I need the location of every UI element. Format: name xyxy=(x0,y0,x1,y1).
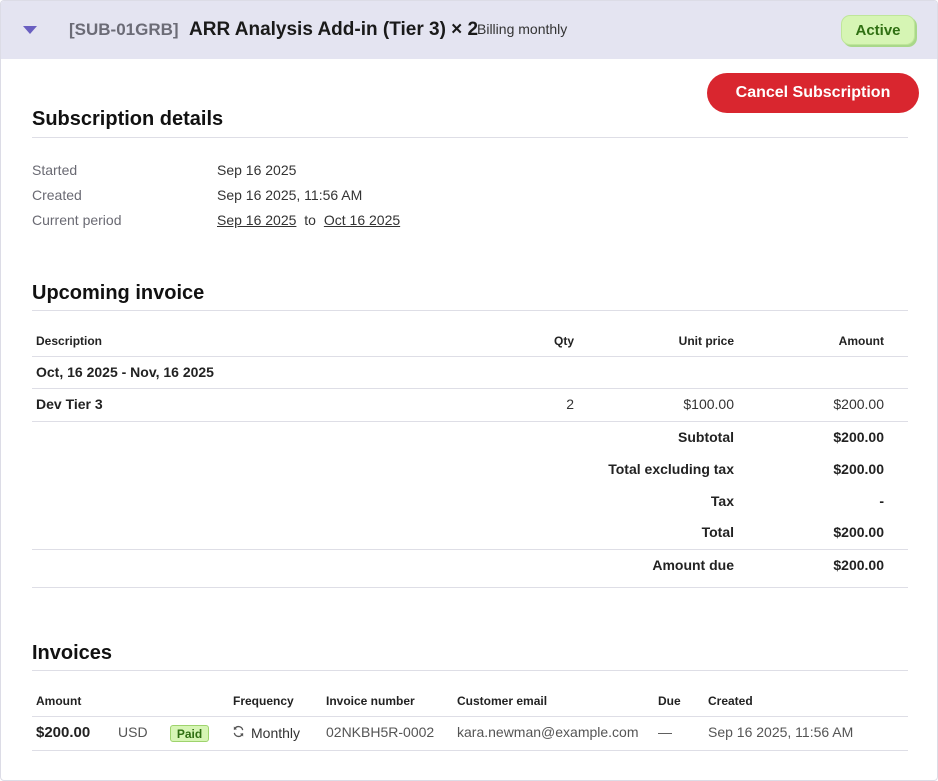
tax-value: - xyxy=(879,493,884,509)
col-amount: Amount xyxy=(36,694,82,708)
period-end-link[interactable]: Oct 16 2025 xyxy=(324,212,400,228)
tax-label: Tax xyxy=(710,493,734,509)
total-value: $200.00 xyxy=(833,524,884,540)
col-qty: Qty xyxy=(553,334,574,348)
col-unit-price: Unit price xyxy=(678,334,734,348)
col-amount: Amount xyxy=(838,334,884,348)
caret-down-icon[interactable] xyxy=(21,23,39,37)
created-value: Sep 16 2025, 11:56 AM xyxy=(217,187,363,203)
col-due: Due xyxy=(658,694,681,708)
paid-status-badge: Paid xyxy=(170,725,209,742)
invoice-created: Sep 16 2025, 11:56 AM xyxy=(708,724,854,740)
divider xyxy=(32,356,908,357)
divider xyxy=(32,587,908,588)
col-description: Description xyxy=(36,334,103,348)
subscription-id: [SUB-01GRB] xyxy=(69,20,179,39)
divider xyxy=(32,388,908,389)
col-invoice-number: Invoice number xyxy=(326,694,415,708)
invoices-title: Invoices xyxy=(32,642,113,664)
total-label: Total xyxy=(701,524,734,540)
subscription-details-title: Subscription details xyxy=(32,108,224,130)
line-amount: $200.00 xyxy=(833,396,884,412)
amount-due-label: Amount due xyxy=(652,557,734,573)
divider xyxy=(32,716,908,717)
period-start-link[interactable]: Sep 16 2025 xyxy=(217,212,296,228)
total-excl-tax-label: Total excluding tax xyxy=(608,461,734,477)
created-label: Created xyxy=(32,187,82,203)
period-to-text: to xyxy=(304,212,316,228)
divider xyxy=(32,750,908,751)
billing-frequency: Billing monthly xyxy=(477,21,568,37)
invoice-number[interactable]: 02NKBH5R-0002 xyxy=(326,724,434,740)
divider xyxy=(32,421,908,422)
subscription-header[interactable]: [SUB-01GRB] ARR Analysis Add-in (Tier 3)… xyxy=(1,1,937,59)
status-badge: Active xyxy=(841,15,915,45)
divider xyxy=(32,310,908,311)
refresh-icon xyxy=(233,725,244,738)
current-period-value: Sep 16 2025 to Oct 16 2025 xyxy=(217,212,400,228)
invoice-currency: USD xyxy=(118,724,148,740)
invoice-amount: $200.00 xyxy=(36,724,91,741)
total-excl-tax-value: $200.00 xyxy=(833,461,884,477)
col-frequency: Frequency xyxy=(233,694,294,708)
upcoming-invoice-title: Upcoming invoice xyxy=(32,282,205,304)
divider xyxy=(32,137,908,138)
line-unit-price: $100.00 xyxy=(683,396,734,412)
customer-email: kara.newman@example.com xyxy=(457,724,639,740)
subscription-panel: [SUB-01GRB] ARR Analysis Add-in (Tier 3)… xyxy=(0,0,938,781)
line-description: Dev Tier 3 xyxy=(36,396,103,412)
invoice-period: Oct, 16 2025 - Nov, 16 2025 xyxy=(36,364,214,380)
divider xyxy=(32,670,908,671)
invoice-due: — xyxy=(658,724,672,740)
line-qty: 2 xyxy=(566,396,574,412)
subtotal-label: Subtotal xyxy=(678,429,734,445)
cancel-subscription-button[interactable]: Cancel Subscription xyxy=(707,73,919,113)
amount-due-value: $200.00 xyxy=(833,557,884,573)
subscription-title: ARR Analysis Add-in (Tier 3) × 2 xyxy=(189,19,479,40)
current-period-label: Current period xyxy=(32,212,122,228)
col-customer-email: Customer email xyxy=(457,694,548,708)
invoice-frequency: Monthly xyxy=(251,725,301,741)
subtotal-value: $200.00 xyxy=(833,429,884,445)
col-created: Created xyxy=(708,694,753,708)
started-value: Sep 16 2025 xyxy=(217,162,297,178)
started-label: Started xyxy=(32,162,78,178)
divider xyxy=(32,549,908,550)
